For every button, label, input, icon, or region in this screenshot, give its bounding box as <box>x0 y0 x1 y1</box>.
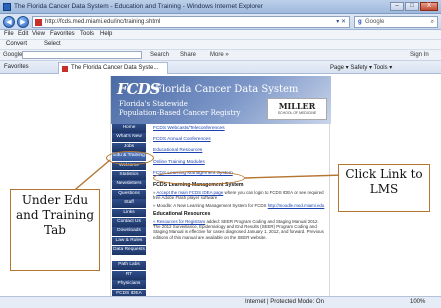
window-controls: – □ X <box>390 2 438 11</box>
search-icon[interactable]: ⌕ <box>431 19 434 26</box>
tab-favicon <box>62 66 68 72</box>
google-toolbar-label: Google <box>3 52 23 58</box>
menu-help[interactable]: Help <box>100 31 112 37</box>
convert-toolbar: Convert Select <box>0 40 441 50</box>
maximize-button[interactable]: □ <box>405 2 419 11</box>
tab-title: The Florida Cancer Data Syste... <box>71 65 159 71</box>
url-text: http://fcds.med.miami.edu/inc/training.s… <box>45 19 161 25</box>
sign-in-link[interactable]: Sign In <box>410 52 429 58</box>
google-toolbar: Google Search Share More » Sign In <box>0 50 441 61</box>
menu-file[interactable]: File <box>4 31 14 37</box>
google-icon: g <box>358 19 362 25</box>
menu-bar: File Edit View Favorites Tools Help <box>0 30 441 40</box>
google-more-button[interactable]: More » <box>210 52 229 58</box>
favorites-button[interactable]: Favorites <box>4 64 29 70</box>
menu-favorites[interactable]: Favorites <box>50 31 75 37</box>
address-input[interactable]: http://fcds.med.miami.edu/inc/training.s… <box>32 16 350 28</box>
command-bar-menus[interactable]: Page ▾ Safety ▾ Tools ▾ <box>330 64 392 71</box>
browser-tab[interactable]: The Florida Cancer Data Syste... <box>58 62 168 74</box>
status-zone: Internet | Protected Mode: On <box>245 299 324 305</box>
convert-button[interactable]: Convert <box>6 41 27 47</box>
search-placeholder: Google <box>365 19 385 25</box>
site-favicon <box>35 19 42 26</box>
refresh-stop-icon[interactable]: ▾ ✕ <box>336 18 346 25</box>
zoom-level[interactable]: 100% <box>410 299 425 305</box>
close-button[interactable]: X <box>420 2 438 11</box>
callout-click-lms: Click Link to LMS <box>338 164 430 212</box>
window-title: The Florida Cancer Data System - Educati… <box>14 3 263 10</box>
window-titlebar: The Florida Cancer Data System - Educati… <box>0 0 441 14</box>
minimize-button[interactable]: – <box>390 2 404 11</box>
callout-under-edu: Under Edu and Training Tab <box>10 189 100 271</box>
google-share-button[interactable]: Share <box>180 52 196 58</box>
menu-edit[interactable]: Edit <box>18 31 28 37</box>
menu-view[interactable]: View <box>32 31 45 37</box>
address-toolbar: ◀ ▶ http://fcds.med.miami.edu/inc/traini… <box>0 14 441 30</box>
google-toolbar-search-input[interactable] <box>22 51 142 59</box>
favorites-bar: Favorites The Florida Cancer Data Syste.… <box>0 61 441 74</box>
google-search-button[interactable]: Search <box>150 52 169 58</box>
forward-button[interactable]: ▶ <box>17 16 29 28</box>
status-bar: Internet | Protected Mode: On 100% <box>0 296 441 308</box>
search-input[interactable]: g Google ⌕ <box>354 16 438 28</box>
menu-tools[interactable]: Tools <box>80 31 94 37</box>
ie-icon <box>3 3 11 11</box>
back-button[interactable]: ◀ <box>3 16 15 28</box>
select-button[interactable]: Select <box>44 41 61 47</box>
